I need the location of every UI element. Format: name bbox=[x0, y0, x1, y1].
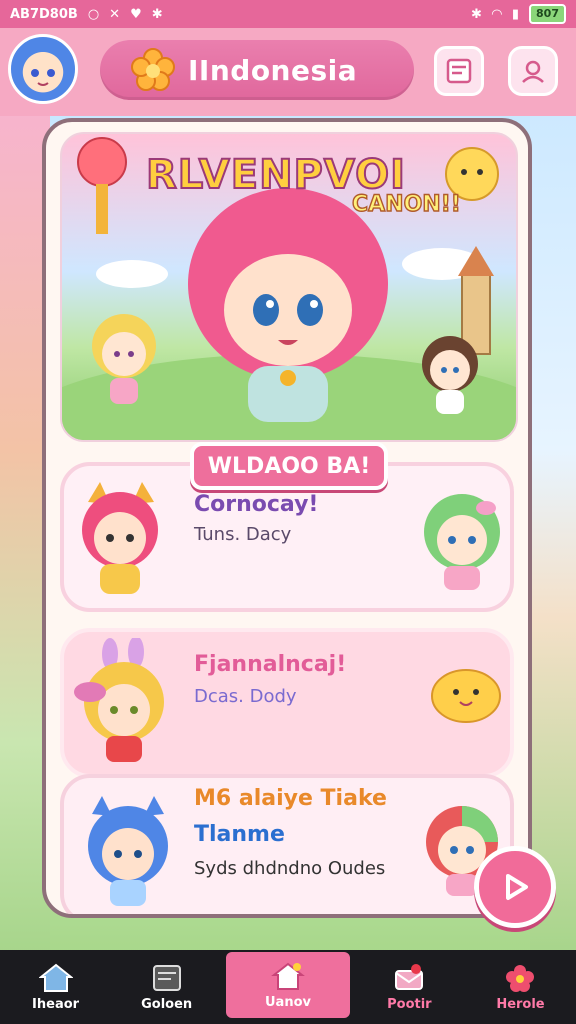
nav-label: Herole bbox=[496, 996, 545, 1012]
nav-item-house[interactable]: Uanov bbox=[226, 952, 350, 1018]
play-button[interactable] bbox=[474, 846, 556, 928]
cell-signal-icon: ▮ bbox=[511, 6, 520, 22]
flower-icon bbox=[506, 964, 535, 992]
nav-label: Iheaor bbox=[32, 996, 80, 1012]
profile-button[interactable] bbox=[508, 46, 558, 96]
avatar-face-icon bbox=[31, 69, 55, 86]
page-title: IIndonesia bbox=[188, 53, 358, 87]
mail-heart-icon bbox=[395, 963, 424, 990]
bluetooth-icon: ✱ bbox=[151, 6, 163, 22]
row-heading: Tlanme bbox=[194, 822, 285, 847]
nav-label: Goloen bbox=[141, 996, 193, 1012]
row-subtitle: Syds dhdndno Oudes bbox=[194, 858, 386, 879]
avatar[interactable] bbox=[8, 34, 78, 104]
list-item[interactable]: M6 alaiye Tiake Tlanme Syds dhdndno Oude… bbox=[60, 774, 514, 914]
list-item[interactable]: Fjannalncaj! Dcas. Dody bbox=[60, 628, 514, 778]
circle-icon: ○ bbox=[87, 6, 100, 22]
heart-icon: ♥ bbox=[130, 6, 142, 22]
status-bar: AB7D80B ○ ✕ ♥ ✱ ✱ ◠ ▮ 807 bbox=[0, 0, 576, 28]
document-icon bbox=[446, 58, 472, 84]
profile-icon bbox=[522, 60, 544, 83]
nav-item-board[interactable]: Goloen bbox=[111, 950, 222, 1024]
home-icon bbox=[38, 963, 73, 992]
section-banner[interactable]: WLDAOO BA! bbox=[190, 442, 388, 490]
row-title: Fjannalncaj! bbox=[194, 652, 347, 677]
hero-banner[interactable]: RLVENPVOI CANON!! bbox=[60, 132, 518, 442]
hero-subtitle: CANON!! bbox=[351, 191, 461, 217]
nav-label: Uanov bbox=[265, 994, 311, 1010]
green-hair-girl-avatar bbox=[424, 494, 500, 590]
row-title: M6 alaiye Tiake bbox=[194, 786, 387, 811]
blonde-bunny-girl-avatar bbox=[74, 638, 164, 762]
nav-item-mail[interactable]: Pootir bbox=[354, 950, 465, 1024]
signal-x-icon: ✕ bbox=[109, 6, 121, 22]
board-icon bbox=[152, 964, 181, 991]
row-subtitle: Dcas. Dody bbox=[194, 686, 297, 707]
document-button[interactable] bbox=[434, 46, 484, 96]
pink-cat-girl-avatar bbox=[82, 482, 158, 594]
app-header: IIndonesia bbox=[0, 28, 576, 116]
blue-hair-girl-avatar bbox=[88, 796, 168, 906]
battery-indicator: 807 bbox=[529, 4, 566, 24]
nav-item-flower[interactable]: Herole bbox=[465, 950, 576, 1024]
house-heart-icon bbox=[271, 962, 305, 990]
row-title: Cornocay! bbox=[194, 492, 319, 517]
bottom-nav: Iheaor Goloen Uanov Pootir Herole bbox=[0, 950, 576, 1024]
main-card: RLVENPVOI CANON!! Cornocay! Tuns. Dacy W… bbox=[42, 118, 532, 918]
row-subtitle: Tuns. Dacy bbox=[194, 524, 292, 545]
title-pill[interactable]: IIndonesia bbox=[100, 40, 414, 100]
bluetooth-icon: ✱ bbox=[470, 6, 482, 22]
play-icon bbox=[506, 874, 528, 900]
status-text: AB7D80B bbox=[10, 6, 78, 22]
flower-icon bbox=[131, 48, 175, 91]
background-decoration-right bbox=[530, 116, 576, 952]
nav-item-home[interactable]: Iheaor bbox=[0, 950, 111, 1024]
wifi-icon: ◠ bbox=[491, 6, 502, 22]
yellow-blob-mascot bbox=[431, 669, 501, 723]
nav-label: Pootir bbox=[387, 996, 432, 1012]
